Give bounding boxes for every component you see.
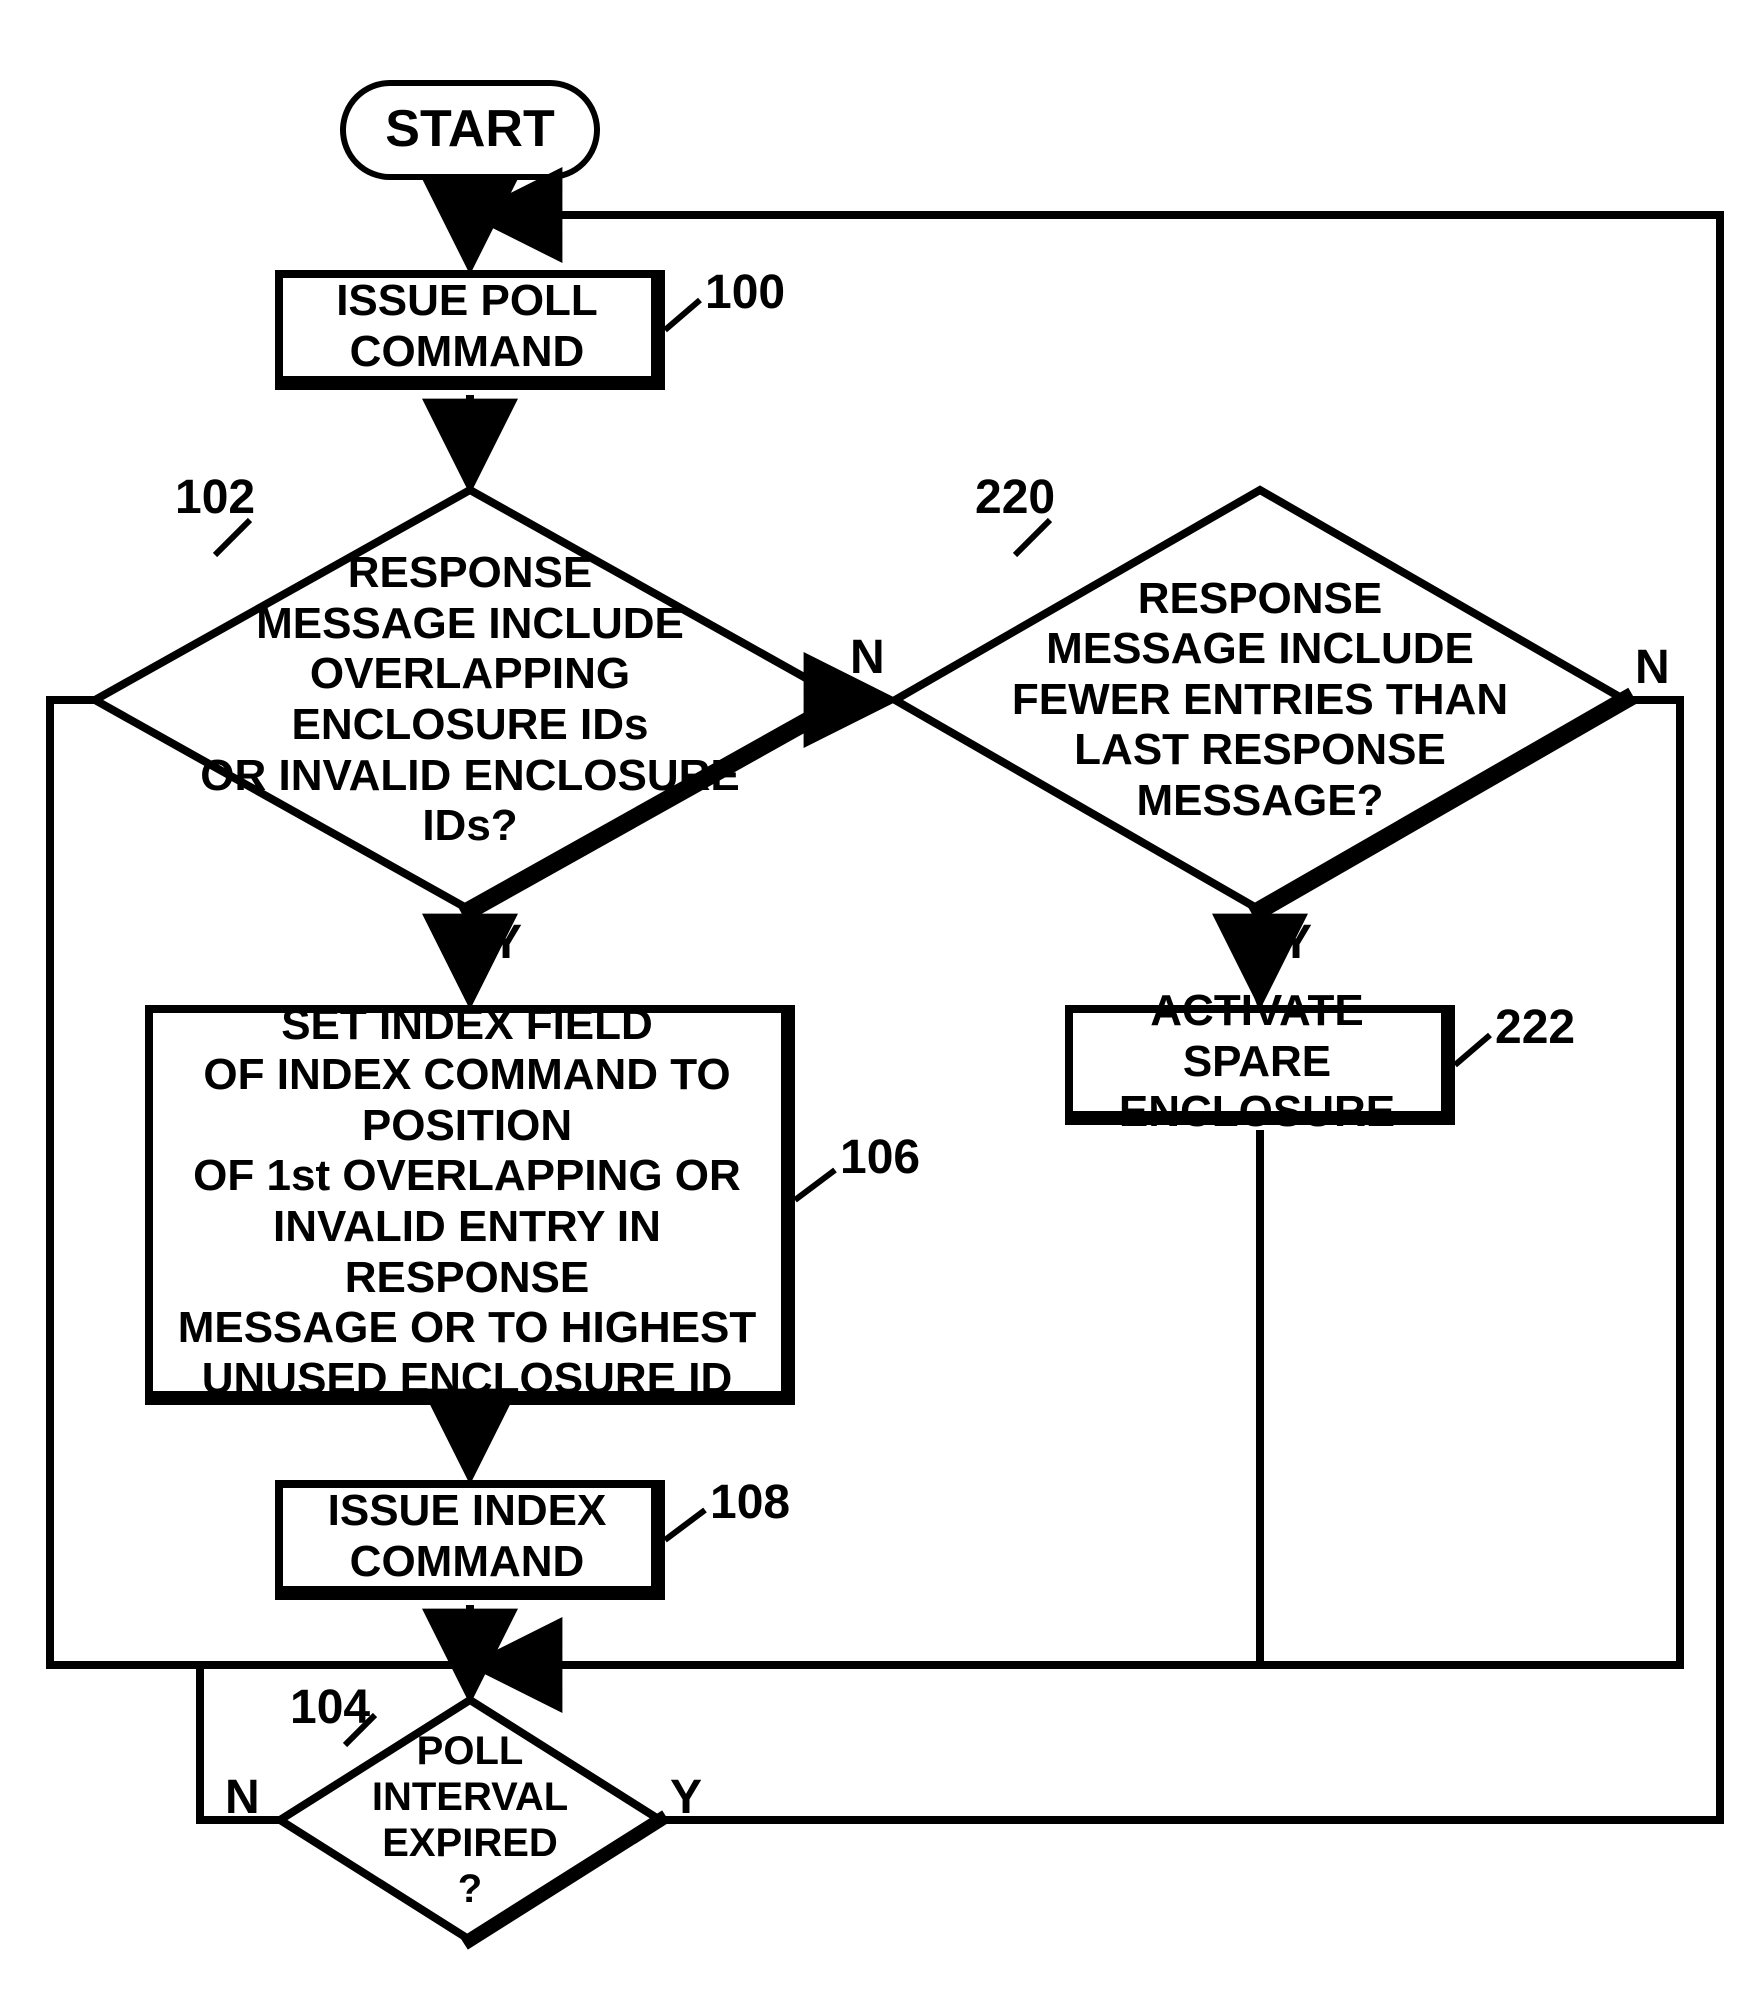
ref-issue-poll: 100 — [705, 265, 785, 320]
overlap-yes-label: Y — [490, 915, 522, 970]
ref-poll-interval: 104 — [290, 1680, 370, 1735]
poll-yes-label: Y — [670, 1770, 702, 1825]
ref-decision-overlap: 102 — [175, 470, 255, 525]
overlap-no-label: N — [850, 630, 885, 685]
start-terminator: START — [340, 80, 600, 180]
poll-no-label: N — [225, 1770, 260, 1825]
activate-spare-process: ACTIVATE SPARE ENCLOSURE — [1065, 1005, 1455, 1125]
issue-poll-process: ISSUE POLL COMMAND — [275, 270, 665, 390]
poll-interval-shape — [280, 1700, 660, 1940]
ref-set-index: 106 — [840, 1130, 920, 1185]
fewer-no-label: N — [1635, 640, 1670, 695]
set-index-label: SET INDEX FIELD OF INDEX COMMAND TO POSI… — [153, 1000, 781, 1405]
issue-poll-label: ISSUE POLL COMMAND — [336, 276, 598, 377]
set-index-process: SET INDEX FIELD OF INDEX COMMAND TO POSI… — [145, 1005, 795, 1405]
flowchart-canvas: START ISSUE POLL COMMAND RESPONSE MESSAG… — [0, 0, 1744, 2016]
start-label: START — [385, 100, 554, 160]
issue-index-label: ISSUE INDEX COMMAND — [328, 1486, 607, 1587]
decision-overlap-shape — [95, 490, 845, 910]
issue-index-process: ISSUE INDEX COMMAND — [275, 1480, 665, 1600]
ref-activate-spare: 222 — [1495, 1000, 1575, 1055]
ref-issue-index: 108 — [710, 1475, 790, 1530]
decision-fewer-shape — [895, 490, 1625, 910]
activate-spare-label: ACTIVATE SPARE ENCLOSURE — [1073, 986, 1441, 1138]
fewer-yes-label: Y — [1280, 915, 1312, 970]
ref-decision-fewer: 220 — [975, 470, 1055, 525]
